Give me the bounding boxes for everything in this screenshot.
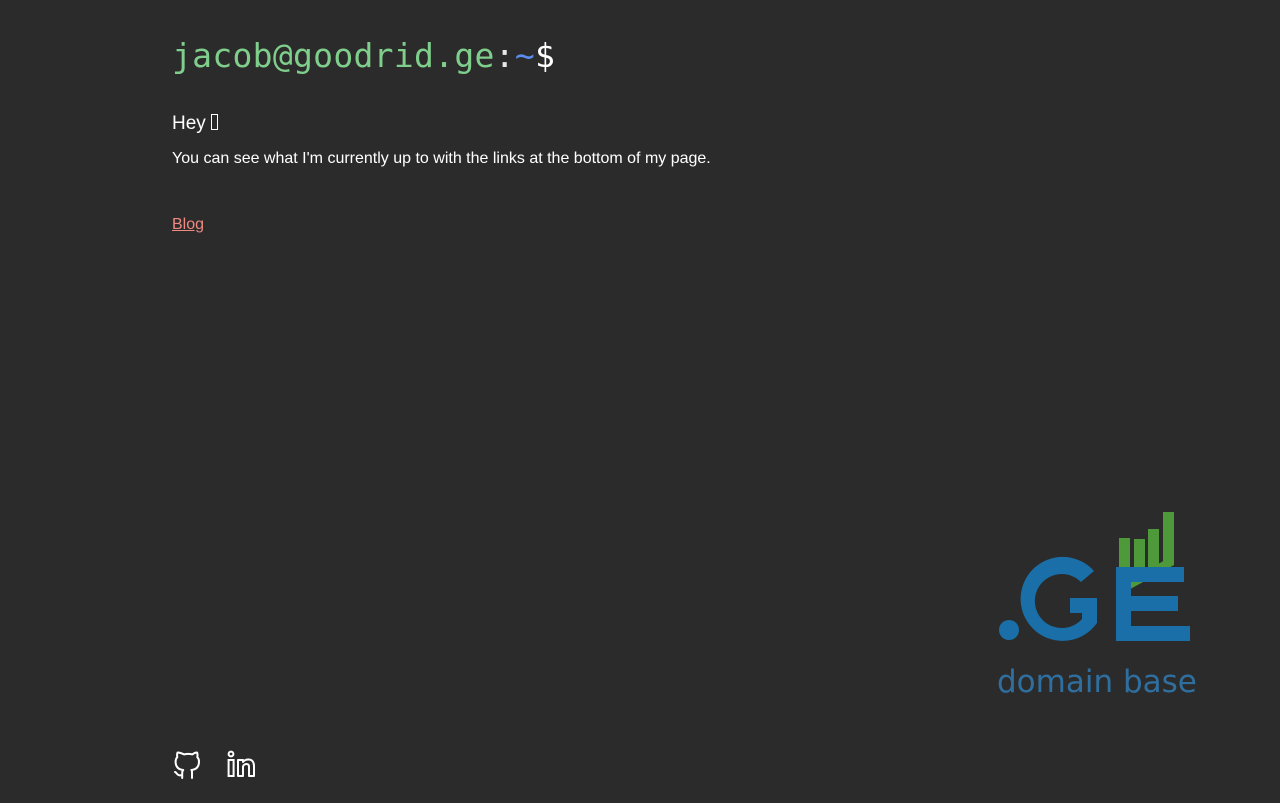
wave-emoji-icon bbox=[210, 114, 218, 130]
blog-link[interactable]: Blog bbox=[172, 215, 204, 235]
page: jacob@goodrid.ge:~$ Hey You can see what… bbox=[0, 0, 1280, 803]
greeting-text: Hey bbox=[172, 113, 206, 134]
prompt-path: ~ bbox=[514, 36, 536, 75]
linkedin-icon bbox=[227, 750, 255, 777]
ge-domain-badge[interactable]: domain base bbox=[990, 505, 1200, 705]
social-links bbox=[172, 748, 256, 780]
prompt-symbol: $ bbox=[535, 36, 556, 75]
github-icon bbox=[174, 751, 200, 779]
terminal-prompt-title: jacob@goodrid.ge:~$ bbox=[172, 34, 555, 78]
linkedin-link[interactable] bbox=[226, 748, 256, 780]
intro-text: You can see what I'm currently up to wit… bbox=[172, 150, 711, 167]
greeting: Hey bbox=[172, 112, 218, 136]
logo-caption: domain base bbox=[997, 664, 1197, 700]
prompt-user-host: jacob@goodrid.ge bbox=[172, 36, 495, 75]
github-link[interactable] bbox=[172, 748, 202, 780]
prompt-colon: : bbox=[494, 36, 515, 75]
ge-domain-logo-icon: domain base bbox=[997, 512, 1197, 700]
